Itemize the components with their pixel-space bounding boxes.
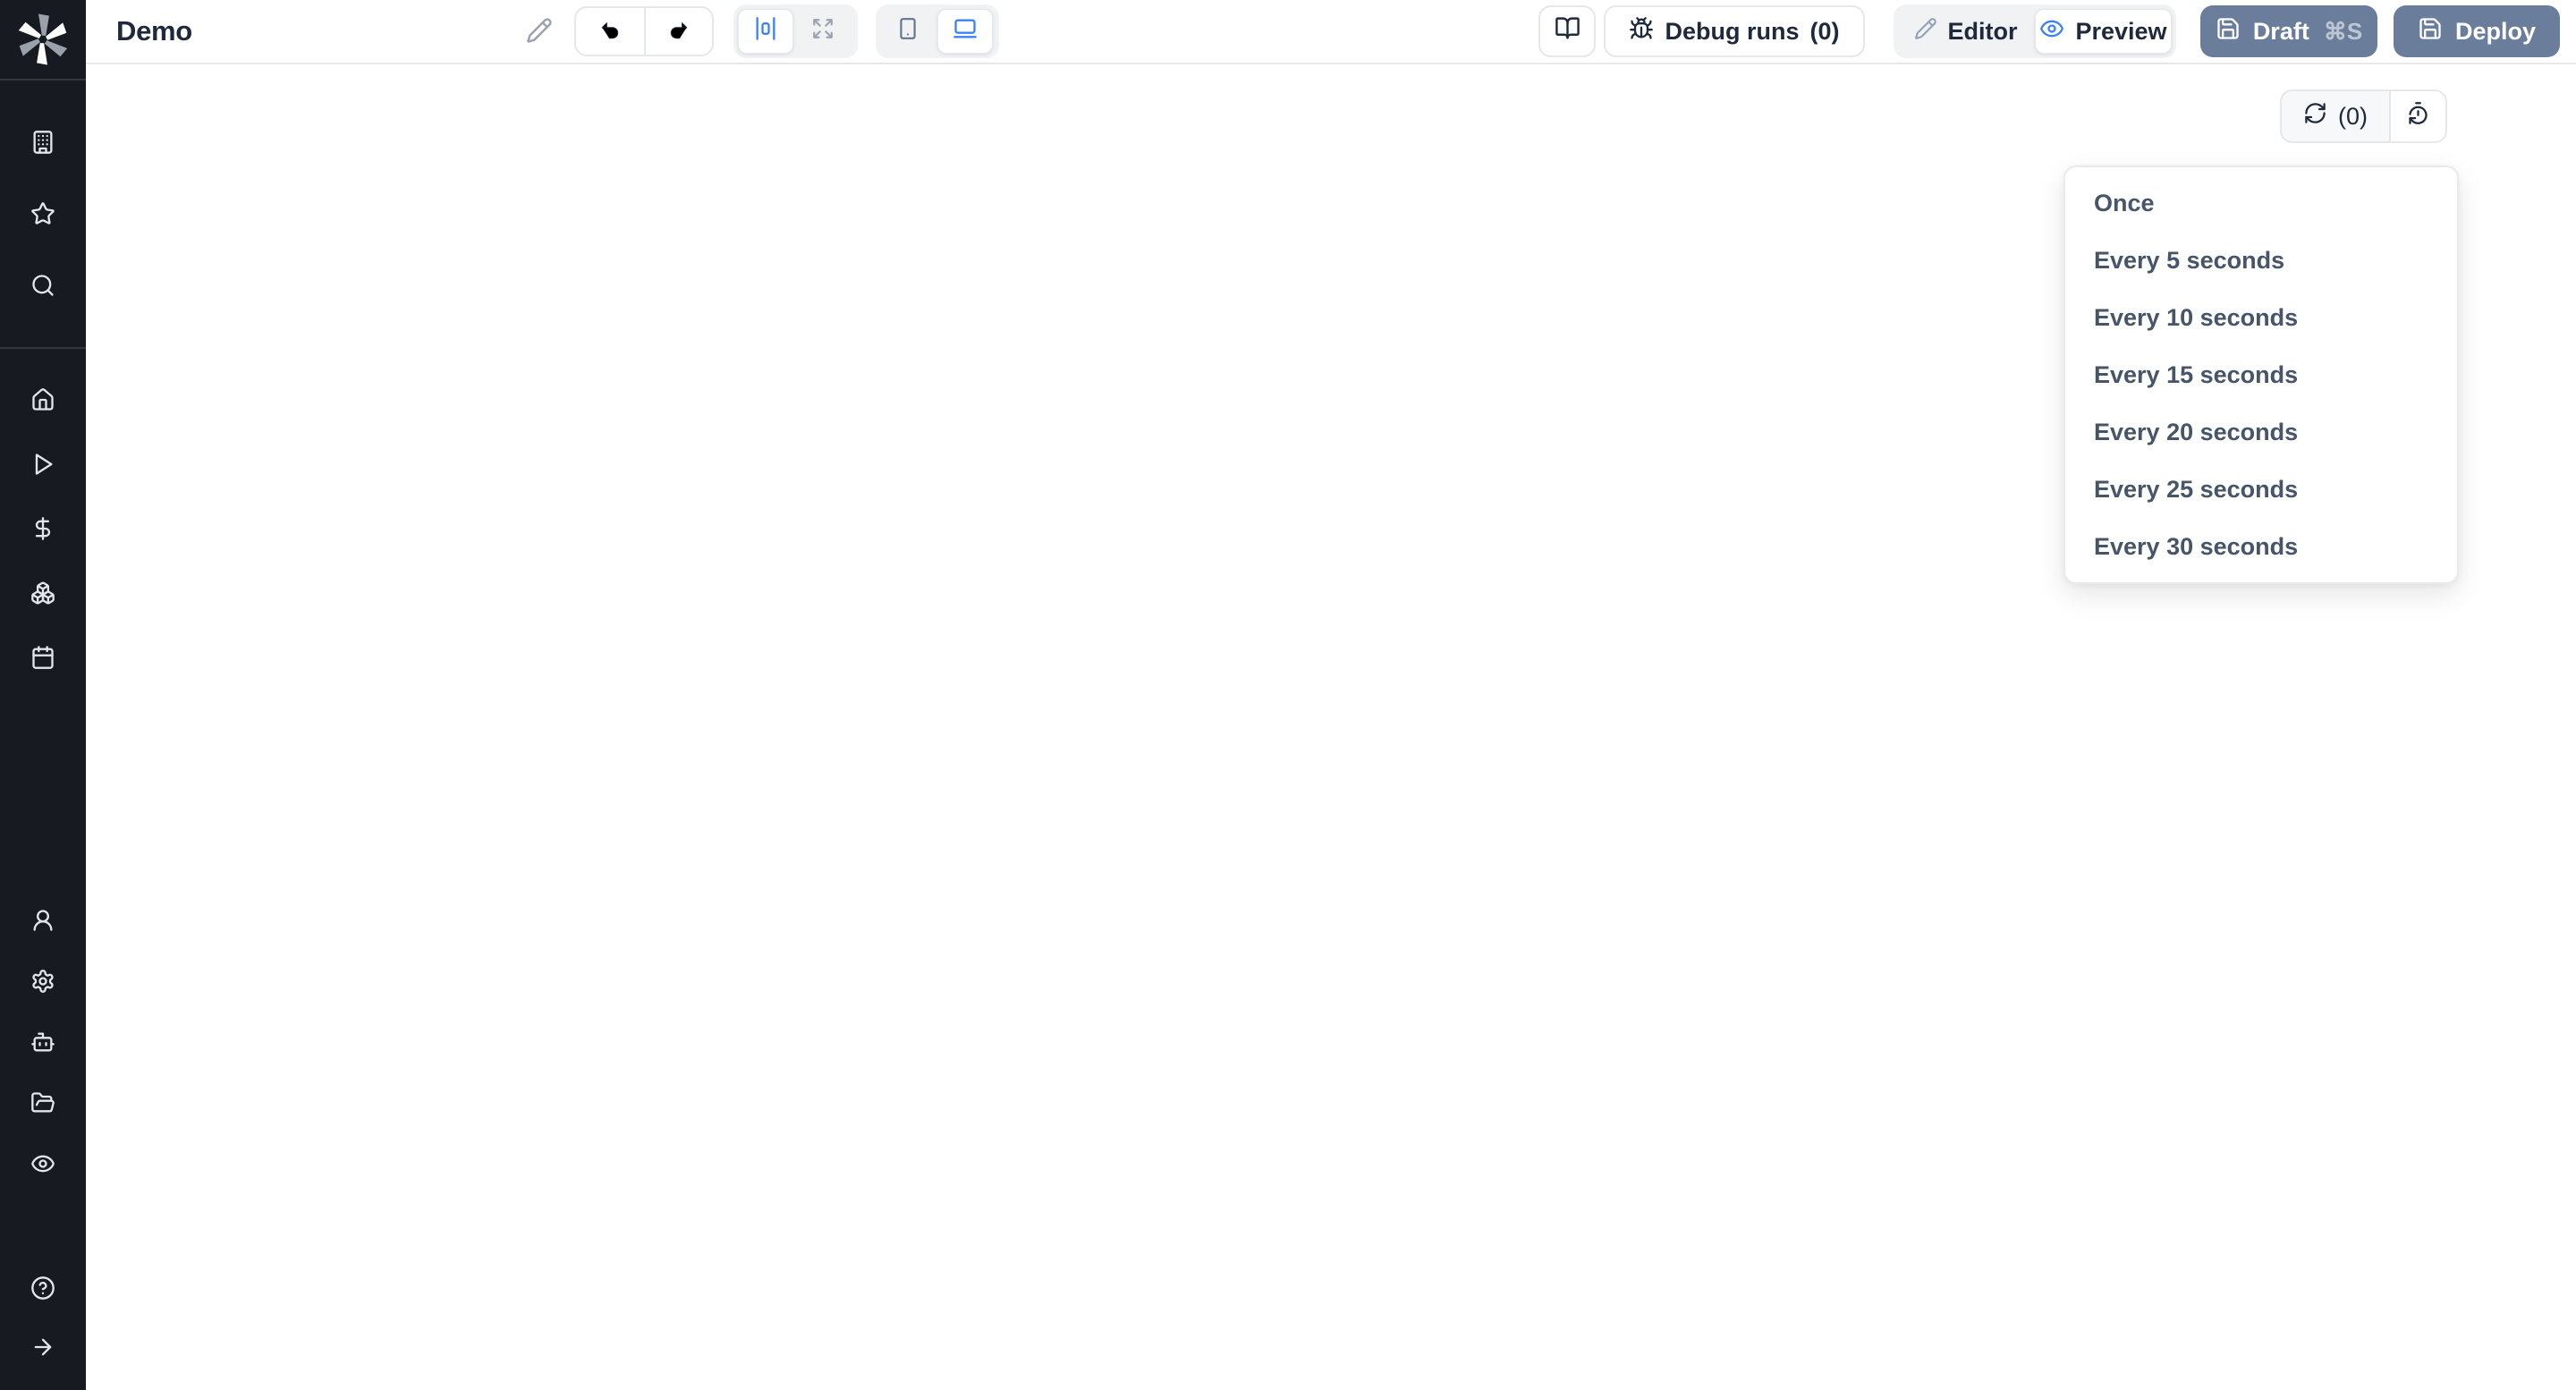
sidebar-item-workers[interactable] [0,1013,86,1073]
more-options-button[interactable] [1478,12,1517,51]
refresh-history-button[interactable] [2389,91,2445,141]
play-icon [30,452,55,479]
draft-label: Draft [2253,18,2309,46]
centered-layout-toggle[interactable] [738,9,793,54]
pencil-icon [526,17,553,47]
save-icon [2418,16,2443,47]
sidebar-group-secondary [0,891,86,1195]
align-horizontal-icon [753,16,778,47]
menu-item-every-30s[interactable]: Every 30 seconds [2065,518,2457,575]
schedule-dropdown-menu: Once Every 5 seconds Every 10 seconds Ev… [2063,165,2459,584]
sidebar-item-audit[interactable] [0,1134,86,1195]
save-draft-button[interactable]: Draft ⌘S [2200,5,2377,57]
draft-shortcut: ⌘S [2324,18,2362,46]
device-toggle [876,4,999,58]
settings-gear-icon [30,969,55,996]
book-open-icon [1555,15,1580,47]
preview-tab[interactable]: Preview [2035,9,2172,54]
menu-item-every-5s[interactable]: Every 5 seconds [2065,232,2457,289]
refresh-controls: (0) [2280,89,2447,143]
sidebar-item-users[interactable] [0,891,86,952]
refresh-icon [2303,101,2327,131]
page-title: Demo [116,0,192,63]
canvas-width-toggle [733,4,858,58]
user-icon [30,908,55,936]
mobile-view-toggle[interactable] [880,9,936,54]
desktop-view-toggle[interactable] [937,9,993,54]
home-icon [30,387,55,415]
rename-app-button[interactable] [518,10,561,53]
sidebar-group-bottom [0,1259,86,1377]
deploy-label: Deploy [2455,18,2536,46]
sidebar-item-schedules[interactable] [0,626,86,691]
dollar-icon [30,516,55,544]
undo-redo-group [574,6,714,56]
star-icon [30,201,55,229]
sidebar-group-main [0,349,86,691]
deploy-button[interactable]: Deploy [2394,5,2560,57]
kebab-menu-icon [1484,17,1511,47]
menu-item-every-10s[interactable]: Every 10 seconds [2065,289,2457,346]
redo-button[interactable] [644,8,712,55]
full-width-toggle[interactable] [795,9,851,54]
sidebar-item-settings[interactable] [0,952,86,1013]
debug-runs-button[interactable]: Debug runs (0) [1604,5,1865,57]
menu-item-every-25s[interactable]: Every 25 seconds [2065,461,2457,518]
bot-icon [30,1030,55,1057]
eye-icon [30,1151,55,1179]
debug-runs-label: Debug runs [1665,18,1799,46]
search-icon [30,273,55,301]
app-window: Demo [0,0,2576,1390]
sidebar-item-variables[interactable] [0,497,86,562]
menu-item-every-20s[interactable]: Every 20 seconds [2065,403,2457,461]
sidebar-item-search[interactable] [0,250,86,322]
sidebar-expand-button[interactable] [0,1318,86,1377]
sidebar-item-runs[interactable] [0,433,86,497]
sidebar-item-folders[interactable] [0,1073,86,1134]
help-icon [30,1276,55,1303]
pencil-icon [1914,17,1937,47]
sidebar-item-help[interactable] [0,1259,86,1318]
sidebar-item-favorites[interactable] [0,179,86,250]
preview-label: Preview [2075,18,2166,46]
save-icon [2216,16,2241,47]
calendar-icon [30,645,55,673]
expand-icon [811,17,835,47]
boxes-icon [30,581,55,608]
arrow-right-icon [30,1335,55,1362]
windmill-logo-icon[interactable] [0,0,86,79]
editor-label: Editor [1948,18,2018,46]
sidebar-group-workspace [0,81,86,347]
editor-preview-toggle: Editor Preview [1894,4,2176,58]
eye-icon [2039,16,2064,47]
top-bar: Demo [86,0,2576,64]
redo-icon [667,19,691,45]
timer-reset-icon [2406,101,2430,131]
refresh-count: (0) [2338,103,2368,131]
building-icon [30,130,55,157]
sidebar-item-resources[interactable] [0,562,86,626]
smartphone-icon [896,17,919,47]
laptop-icon [953,16,978,47]
docs-button[interactable] [1538,5,1596,57]
editor-tab[interactable]: Editor [1898,9,2033,54]
app-canvas: (0) Once Every 5 seconds Every 10 second… [86,64,2576,1390]
folder-open-icon [30,1090,55,1118]
undo-button[interactable] [576,8,644,55]
sidebar-item-home[interactable] [0,369,86,433]
undo-icon [598,19,622,45]
refresh-components-button[interactable]: (0) [2282,91,2389,141]
bug-icon [1629,16,1654,47]
debug-runs-count: (0) [1810,18,1840,46]
side-nav [0,0,86,1390]
menu-item-every-15s[interactable]: Every 15 seconds [2065,346,2457,403]
menu-item-once[interactable]: Once [2065,174,2457,232]
sidebar-item-workspace[interactable] [0,107,86,179]
